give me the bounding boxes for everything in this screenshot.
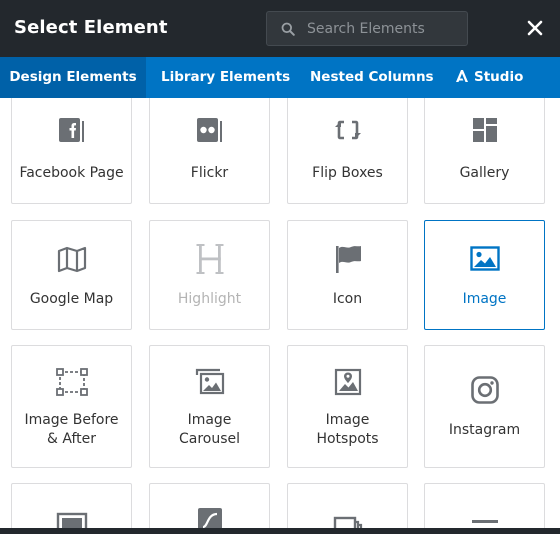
element-label: Facebook Page (19, 165, 124, 181)
flag-icon (335, 246, 361, 273)
element-card-highlight[interactable]: Highlight (149, 220, 270, 330)
element-card-partial[interactable] (287, 483, 408, 528)
modal-header: Select Element (0, 0, 560, 57)
element-label: Flickr (190, 165, 229, 181)
layout-icon (56, 512, 87, 528)
element-label: Flip Boxes (312, 165, 383, 181)
modal-title: Select Element (14, 17, 168, 38)
element-label: Highlight (177, 291, 242, 307)
element-label: Image Before & After (24, 412, 119, 447)
element-card-flickr[interactable]: Flickr (149, 98, 270, 204)
element-card-partial[interactable] (424, 483, 545, 528)
element-card-facebook-page[interactable]: Facebook Page (11, 98, 132, 204)
element-label: Icon (332, 291, 363, 307)
modal-footer-edge (0, 528, 560, 534)
tab-bar: Design Elements Library Elements Nested … (0, 57, 560, 98)
tab-label: Nested Columns (310, 69, 434, 85)
close-icon[interactable] (524, 17, 546, 39)
facebook-page-icon (58, 118, 84, 142)
google-map-icon (57, 246, 86, 273)
flip-boxes-icon (334, 119, 361, 141)
element-card-flip-boxes[interactable]: Flip Boxes (287, 98, 408, 204)
studio-icon (456, 69, 468, 82)
element-card-partial[interactable] (11, 483, 132, 528)
element-card-image-before-after[interactable]: Image Before & After (11, 345, 132, 468)
tab-label: Design Elements (9, 69, 137, 85)
tab-nested-columns[interactable]: Nested Columns (310, 57, 434, 98)
image-hotspots-icon (334, 368, 361, 396)
slider-icon (333, 516, 362, 528)
element-label: Image Hotspots (316, 412, 379, 447)
highlight-icon (196, 244, 223, 274)
search-icon (281, 22, 295, 36)
element-card-icon[interactable]: Icon (287, 220, 408, 330)
element-card-gallery[interactable]: Gallery (424, 98, 545, 204)
element-card-image-hotspots[interactable]: Image Hotspots (287, 345, 408, 468)
chart-curve-icon (197, 508, 222, 528)
image-icon (469, 246, 500, 271)
search-box[interactable] (266, 11, 468, 46)
gallery-icon (472, 118, 497, 142)
element-label: Image (462, 291, 507, 307)
elements-grid: Facebook Page Flickr Flip Boxes Gallery … (0, 98, 560, 528)
tab-design-elements[interactable]: Design Elements (0, 57, 146, 98)
instagram-icon (470, 376, 499, 404)
element-label: Google Map (29, 291, 114, 307)
element-label: Image Carousel (178, 412, 241, 447)
element-card-instagram[interactable]: Instagram (424, 345, 545, 468)
element-card-image[interactable]: Image (424, 220, 545, 330)
flickr-icon (196, 118, 222, 142)
element-label: Instagram (448, 422, 521, 438)
element-card-partial[interactable] (149, 483, 270, 528)
tab-studio[interactable]: Studio (455, 57, 523, 98)
lines-icon (471, 520, 498, 523)
tab-library-elements[interactable]: Library Elements (161, 57, 290, 98)
search-input[interactable] (307, 19, 457, 39)
tab-label: Library Elements (161, 69, 291, 85)
tab-label: Studio (474, 69, 524, 85)
element-label: Gallery (459, 165, 510, 181)
image-carousel-icon (195, 368, 224, 395)
image-before-after-icon (55, 368, 88, 396)
element-card-image-carousel[interactable]: Image Carousel (149, 345, 270, 468)
element-card-google-map[interactable]: Google Map (11, 220, 132, 330)
